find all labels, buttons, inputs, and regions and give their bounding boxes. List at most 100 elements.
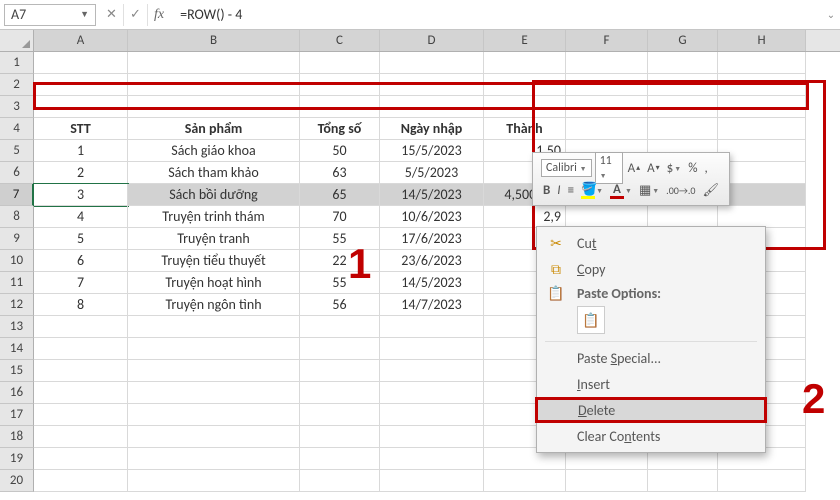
header-ngaynhap[interactable]: Ngày nhập [380, 118, 484, 140]
col-header-G[interactable]: G [648, 30, 718, 51]
cell-D7[interactable]: 14/5/2023 [380, 184, 484, 206]
row-header-1[interactable]: 1 [0, 52, 34, 74]
font-family-select[interactable]: Calibri ▼ [541, 159, 592, 177]
row-header-13[interactable]: 13 [0, 316, 34, 338]
cut-icon: ✂ [545, 235, 567, 252]
increase-font-icon[interactable]: A▴ [626, 161, 643, 176]
cell-A5[interactable]: 1 [34, 140, 128, 162]
row-header-8[interactable]: 8 [0, 206, 34, 228]
cell-B12[interactable]: Truyện ngôn tình [128, 294, 300, 316]
cell-A11[interactable]: 7 [34, 272, 128, 294]
percent-format-icon[interactable]: % [686, 161, 699, 176]
cell-B6[interactable]: Sách tham khảo [128, 162, 300, 184]
col-header-B[interactable]: B [128, 30, 300, 51]
row-header-12[interactable]: 12 [0, 294, 34, 316]
name-box[interactable]: A7 ▼ [4, 4, 96, 26]
ctx-copy[interactable]: ⧉ Copy [537, 256, 765, 282]
cell-B11[interactable]: Truyện hoạt hình [128, 272, 300, 294]
borders-icon[interactable]: ▦▼ [637, 183, 661, 198]
col-header-F[interactable]: F [566, 30, 648, 51]
cell-A8[interactable]: 4 [34, 206, 128, 228]
format-painter-icon[interactable]: 🖌 [700, 183, 721, 198]
annotation-number-1: 1 [348, 240, 371, 288]
row-header-20[interactable]: 20 [0, 470, 34, 492]
align-center-icon[interactable]: ≡ [566, 183, 576, 198]
cell-C7[interactable]: 65 [300, 184, 380, 206]
cell-B5[interactable]: Sách giáo khoa [128, 140, 300, 162]
cell-C6[interactable]: 63 [300, 162, 380, 184]
increase-decimal-icon[interactable]: .00→.0 [664, 184, 697, 197]
header-sanpham[interactable]: Sản phẩm [128, 118, 300, 140]
fill-color-icon[interactable]: 🪣▼ [579, 182, 605, 199]
ctx-cut[interactable]: ✂ Cut [537, 230, 765, 256]
cell-C5[interactable]: 50 [300, 140, 380, 162]
cell-D9[interactable]: 17/6/2023 [380, 228, 484, 250]
decrease-font-icon[interactable]: A▾ [645, 161, 662, 176]
formula-input[interactable]: =ROW() - 4 [170, 6, 822, 23]
cell-C12[interactable]: 56 [300, 294, 380, 316]
col-header-H[interactable]: H [718, 30, 806, 51]
fx-icon[interactable]: fx [148, 7, 170, 23]
font-color-icon[interactable]: A▼ [608, 182, 634, 199]
row-header-5[interactable]: 5 [0, 140, 34, 162]
cancel-button[interactable]: ✕ [100, 4, 124, 26]
col-header-D[interactable]: D [380, 30, 484, 51]
cell-D5[interactable]: 15/5/2023 [380, 140, 484, 162]
cell-A12[interactable]: 8 [34, 294, 128, 316]
row-header-18[interactable]: 18 [0, 426, 34, 448]
ctx-paste-special[interactable]: Paste Special... [537, 345, 765, 371]
row-header-16[interactable]: 16 [0, 382, 34, 404]
cell-B10[interactable]: Truyện tiểu thuyết [128, 250, 300, 272]
font-size-select[interactable]: 11 ▼ [595, 152, 623, 184]
row-header-4[interactable]: 4 [0, 118, 34, 140]
cell-A9[interactable]: 5 [34, 228, 128, 250]
select-all-corner[interactable] [0, 30, 34, 51]
cell-C8[interactable]: 70 [300, 206, 380, 228]
header-thanh[interactable]: Thành [484, 118, 566, 140]
row-header-11[interactable]: 11 [0, 272, 34, 294]
ctx-insert[interactable]: Insert [537, 371, 765, 397]
row-header-9[interactable]: 9 [0, 228, 34, 250]
paste-option-default[interactable]: 📋 [577, 306, 605, 334]
col-header-E[interactable]: E [484, 30, 566, 51]
cell-D6[interactable]: 5/5/2023 [380, 162, 484, 184]
row-header-2[interactable]: 2 [0, 74, 34, 96]
cell-A6[interactable]: 2 [34, 162, 128, 184]
row-header-15[interactable]: 15 [0, 360, 34, 382]
header-stt[interactable]: STT [34, 118, 128, 140]
bold-button[interactable]: B [541, 183, 552, 198]
mini-toolbar: Calibri ▼ 11 ▼ A▴ A▾ $▼ % , B I ≡ 🪣▼ A▼ … [532, 152, 730, 206]
row-20: 20 [0, 470, 840, 492]
cell-D8[interactable]: 10/6/2023 [380, 206, 484, 228]
cell-D11[interactable]: 14/5/2023 [380, 272, 484, 294]
col-header-C[interactable]: C [300, 30, 380, 51]
cell-A7[interactable]: 3 [34, 184, 128, 206]
row-header-7[interactable]: 7 [0, 184, 34, 206]
row-header-3[interactable]: 3 [0, 96, 34, 118]
enter-button[interactable]: ✓ [124, 4, 148, 26]
row-header-19[interactable]: 19 [0, 448, 34, 470]
comma-format-icon[interactable]: , [702, 161, 709, 176]
ctx-delete[interactable]: Delete [535, 397, 767, 423]
cell-B9[interactable]: Truyện tranh [128, 228, 300, 250]
copy-icon: ⧉ [545, 261, 567, 278]
name-box-value: A7 [11, 6, 26, 23]
expand-formula-bar-icon[interactable]: ⌄ [822, 8, 840, 21]
name-box-dropdown-icon[interactable]: ▼ [80, 9, 89, 20]
accounting-format-icon[interactable]: $▼ [665, 161, 684, 176]
col-header-A[interactable]: A [34, 30, 128, 51]
row-header-10[interactable]: 10 [0, 250, 34, 272]
cell-E8[interactable]: 2,9 [484, 206, 566, 228]
cell-D10[interactable]: 23/6/2023 [380, 250, 484, 272]
cell-D12[interactable]: 14/7/2023 [380, 294, 484, 316]
cell-B8[interactable]: Truyện trinh thám [128, 206, 300, 228]
cell-A10[interactable]: 6 [34, 250, 128, 272]
cell-B7[interactable]: Sách bồi dưỡng [128, 184, 300, 206]
italic-button[interactable]: I [555, 183, 562, 198]
row-header-17[interactable]: 17 [0, 404, 34, 426]
ctx-paste-options: 📋 Paste Options: [537, 282, 765, 304]
ctx-clear-contents[interactable]: Clear Contents [537, 423, 765, 449]
row-header-14[interactable]: 14 [0, 338, 34, 360]
header-tongso[interactable]: Tổng số [300, 118, 380, 140]
row-header-6[interactable]: 6 [0, 162, 34, 184]
